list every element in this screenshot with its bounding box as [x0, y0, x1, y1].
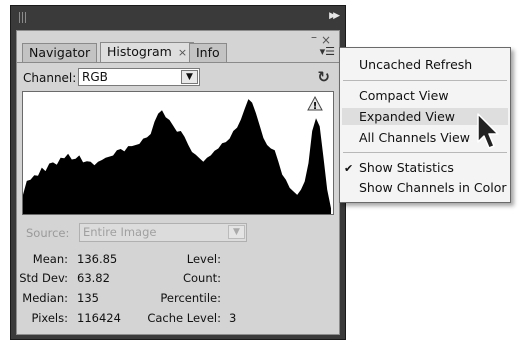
- histogram-area: [23, 99, 331, 214]
- grip-icon[interactable]: [19, 12, 26, 23]
- collapse-arrows-icon[interactable]: ▶▶: [329, 11, 340, 21]
- minimize-icon[interactable]: –: [311, 30, 317, 44]
- menu-separator: [343, 152, 507, 153]
- channel-label: Channel:: [23, 71, 77, 85]
- channel-value: RGB: [82, 70, 108, 84]
- warning-icon[interactable]: !: [307, 95, 323, 112]
- menu-item-show-statistics[interactable]: Show Statistics: [359, 160, 454, 175]
- menu-separator: [343, 80, 507, 81]
- pixels-value: 116424: [77, 311, 121, 325]
- source-select: Entire Image ▼: [79, 223, 247, 242]
- mean-label: Mean:: [32, 252, 68, 266]
- cursor-arrow-icon: [477, 113, 499, 149]
- histogram-svg: !: [23, 95, 331, 214]
- chevron-down-icon: ▼: [228, 225, 245, 239]
- panel-body: Navigator Histogram × Info – × ▾☰ Channel…: [16, 30, 340, 335]
- source-label: Source:: [26, 226, 70, 240]
- panel-titlebar[interactable]: ▶▶: [11, 6, 345, 28]
- menu-item-all-channels-view[interactable]: All Channels View: [359, 130, 470, 145]
- menu-item-compact-view[interactable]: Compact View: [359, 88, 449, 103]
- median-value: 135: [77, 291, 99, 305]
- tab-label: Navigator: [29, 45, 91, 60]
- tab-close-icon[interactable]: ×: [178, 46, 187, 59]
- menu-item-uncached-refresh[interactable]: Uncached Refresh: [359, 57, 472, 72]
- menu-item-label: Expanded View: [359, 109, 456, 124]
- tab-histogram[interactable]: Histogram ×: [100, 42, 195, 62]
- std-dev-label: Std Dev:: [19, 271, 68, 285]
- std-dev-value: 63.82: [77, 271, 110, 285]
- count-label: Count:: [182, 271, 221, 285]
- histogram-panel: ▶▶ Navigator Histogram × Info – × ▾☰ Chan…: [10, 5, 346, 340]
- chevron-down-icon[interactable]: ▼: [181, 70, 198, 84]
- tab-label: Histogram: [107, 44, 172, 59]
- channel-select[interactable]: RGB ▼: [78, 68, 200, 86]
- pixels-label: Pixels:: [31, 311, 68, 325]
- check-icon: ✔: [344, 162, 354, 175]
- level-label: Level:: [186, 252, 221, 266]
- cache-level-label: Cache Level:: [147, 311, 221, 325]
- panel-menu-icon[interactable]: ▾☰: [320, 45, 335, 58]
- refresh-icon[interactable]: ↻: [317, 68, 330, 86]
- tab-navigator[interactable]: Navigator: [22, 43, 98, 62]
- median-label: Median:: [22, 291, 68, 305]
- source-value: Entire Image: [83, 225, 157, 239]
- mean-value: 136.85: [77, 252, 118, 266]
- histogram-graph: !: [22, 91, 334, 215]
- tab-info[interactable]: Info: [189, 43, 227, 62]
- tab-label: Info: [196, 45, 220, 60]
- cache-level-value: 3: [229, 311, 237, 325]
- tab-divider: [17, 62, 339, 63]
- tab-bar: Navigator Histogram × Info – × ▾☰: [17, 30, 339, 63]
- percentile-label: Percentile:: [160, 291, 221, 305]
- svg-text:!: !: [313, 101, 318, 112]
- menu-item-show-channels-in-color[interactable]: Show Channels in Color: [359, 180, 507, 195]
